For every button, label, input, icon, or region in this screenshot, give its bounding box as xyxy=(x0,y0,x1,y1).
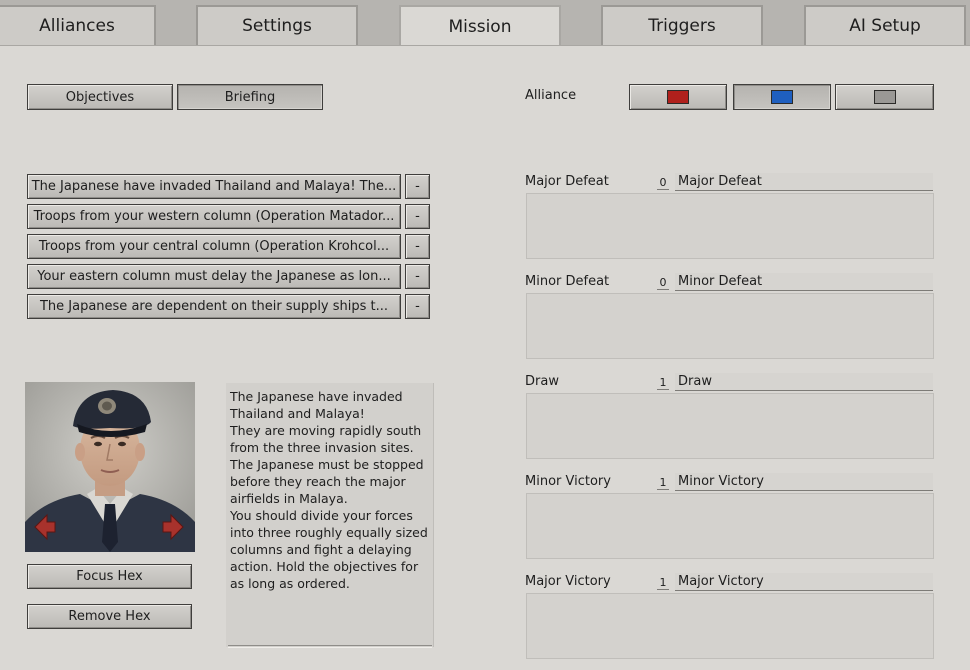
tab-settings[interactable]: Settings xyxy=(196,5,358,45)
arrow-left-icon[interactable] xyxy=(33,513,57,541)
objectives-button[interactable]: Objectives xyxy=(27,84,173,110)
condition-label: Minor Defeat xyxy=(525,274,610,289)
tab-alliances[interactable]: Alliances xyxy=(0,5,156,45)
condition-text-box[interactable] xyxy=(526,293,934,359)
tab-triggers[interactable]: Triggers xyxy=(601,5,763,45)
remove-briefing-item-button[interactable]: - xyxy=(405,264,430,289)
briefing-text-area[interactable]: The Japanese have invaded Thailand and M… xyxy=(226,383,434,647)
condition-value[interactable]: 0 xyxy=(657,175,669,190)
tab-ai-setup[interactable]: AI Setup xyxy=(804,5,966,45)
alliance-label: Alliance xyxy=(525,88,577,103)
alliance-red-button[interactable] xyxy=(629,84,727,110)
condition-name-field[interactable]: Major Victory xyxy=(675,573,933,591)
remove-briefing-item-button[interactable]: - xyxy=(405,174,430,199)
remove-hex-button[interactable]: Remove Hex xyxy=(27,604,192,629)
red-swatch xyxy=(667,90,689,104)
condition-name-field[interactable]: Minor Victory xyxy=(675,473,933,491)
condition-label: Draw xyxy=(525,374,559,389)
condition-text-box[interactable] xyxy=(526,193,934,259)
briefing-item[interactable]: Your eastern column must delay the Japan… xyxy=(27,264,401,289)
condition-text-box[interactable] xyxy=(526,393,934,459)
condition-name-field[interactable]: Minor Defeat xyxy=(675,273,933,291)
condition-value[interactable]: 0 xyxy=(657,275,669,290)
remove-briefing-item-button[interactable]: - xyxy=(405,204,430,229)
remove-briefing-item-button[interactable]: - xyxy=(405,294,430,319)
briefing-item[interactable]: Troops from your western column (Operati… xyxy=(27,204,401,229)
briefing-button[interactable]: Briefing xyxy=(177,84,323,110)
condition-text-box[interactable] xyxy=(526,493,934,559)
briefing-item[interactable]: The Japanese have invaded Thailand and M… xyxy=(27,174,401,199)
tab-bar: Alliances Settings Mission Triggers AI S… xyxy=(0,0,970,47)
remove-briefing-item-button[interactable]: - xyxy=(405,234,430,259)
alliance-blue-button[interactable] xyxy=(733,84,831,110)
focus-hex-button[interactable]: Focus Hex xyxy=(27,564,192,589)
condition-name-field[interactable]: Major Defeat xyxy=(675,173,933,191)
condition-value[interactable]: 1 xyxy=(657,575,669,590)
condition-label: Major Defeat xyxy=(525,174,609,189)
alliance-grey-button[interactable] xyxy=(835,84,934,110)
arrow-right-icon[interactable] xyxy=(161,513,185,541)
condition-label: Minor Victory xyxy=(525,474,611,489)
grey-swatch xyxy=(873,90,896,104)
tab-mission[interactable]: Mission xyxy=(399,5,561,47)
briefing-text-divider xyxy=(228,645,432,648)
condition-value[interactable]: 1 xyxy=(657,475,669,490)
blue-swatch xyxy=(771,90,793,104)
condition-text-box[interactable] xyxy=(526,593,934,659)
condition-label: Major Victory xyxy=(525,574,611,589)
condition-value[interactable]: 1 xyxy=(657,375,669,390)
briefing-item[interactable]: The Japanese are dependent on their supp… xyxy=(27,294,401,319)
briefing-item[interactable]: Troops from your central column (Operati… xyxy=(27,234,401,259)
condition-name-field[interactable]: Draw xyxy=(675,373,933,391)
